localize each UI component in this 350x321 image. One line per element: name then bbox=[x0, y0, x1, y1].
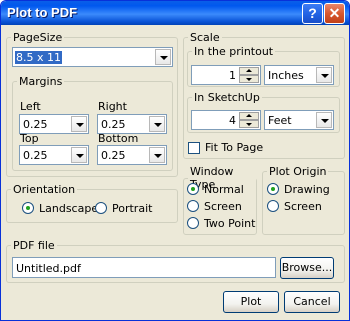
portrait-radio[interactable]: Portrait bbox=[95, 201, 152, 215]
fit-to-page-label: Fit To Page bbox=[205, 141, 264, 154]
spin-up-icon[interactable] bbox=[239, 67, 259, 75]
chevron-down-icon[interactable] bbox=[149, 147, 165, 163]
margins-legend: Margins bbox=[19, 75, 63, 88]
plot-origin-screen-label: Screen bbox=[284, 199, 322, 213]
plot-origin-legend: Plot Origin bbox=[269, 165, 327, 178]
plot-origin-drawing-label: Drawing bbox=[284, 182, 330, 196]
margin-left-value: 0.25 bbox=[23, 118, 48, 131]
printout-unit-value: Inches bbox=[268, 69, 304, 82]
close-button[interactable]: ✕ bbox=[324, 3, 345, 24]
window-type-two-point-label: Two Point bbox=[204, 216, 256, 230]
window-type-two-point-radio[interactable]: Two Point bbox=[187, 216, 255, 230]
sketchup-legend: In SketchUp bbox=[194, 91, 260, 104]
help-icon: ? bbox=[308, 5, 317, 21]
margin-right-value: 0.25 bbox=[101, 118, 126, 131]
chevron-down-icon[interactable] bbox=[316, 112, 332, 128]
margin-left-label: Left bbox=[20, 100, 41, 113]
printout-unit-select[interactable]: Inches bbox=[264, 65, 334, 85]
printout-legend: In the printout bbox=[194, 45, 274, 58]
browse-button[interactable]: Browse... bbox=[280, 257, 334, 279]
window-title: Plot to PDF bbox=[7, 5, 78, 20]
fit-to-page-checkbox[interactable]: Fit To Page bbox=[188, 141, 263, 154]
spin-down-icon[interactable] bbox=[239, 120, 259, 128]
chevron-down-icon[interactable] bbox=[155, 49, 171, 65]
window-type-normal-radio[interactable]: Normal bbox=[187, 182, 244, 196]
pagesize-legend: PageSize bbox=[13, 31, 63, 44]
margin-right-label: Right bbox=[98, 100, 127, 113]
sketchup-spinner[interactable]: 4 bbox=[191, 110, 261, 130]
pagesize-value: 8.5 x 11 bbox=[15, 51, 62, 64]
portrait-label: Portrait bbox=[112, 201, 153, 215]
landscape-label: Landscape bbox=[39, 201, 99, 215]
plot-to-pdf-dialog: Plot to PDF ? ✕ PageSize 8.5 x 11 Margin… bbox=[0, 0, 350, 321]
chevron-down-icon[interactable] bbox=[71, 147, 87, 163]
window-type-normal-label: Normal bbox=[204, 182, 244, 196]
margin-right-select[interactable]: 0.25 bbox=[97, 114, 167, 134]
radio-checked-icon[interactable] bbox=[267, 183, 279, 195]
pdf-filename-value: Untitled.pdf bbox=[16, 262, 81, 275]
pagesize-select[interactable]: 8.5 x 11 bbox=[12, 47, 173, 67]
margin-top-label: Top bbox=[20, 132, 39, 145]
radio-checked-icon[interactable] bbox=[22, 202, 34, 214]
radio-unchecked-icon[interactable] bbox=[187, 200, 199, 212]
window-type-screen-radio[interactable]: Screen bbox=[187, 199, 242, 213]
margin-bottom-select[interactable]: 0.25 bbox=[97, 145, 167, 165]
printout-spinner[interactable]: 1 bbox=[191, 65, 261, 85]
radio-checked-icon[interactable] bbox=[187, 183, 199, 195]
margin-bottom-value: 0.25 bbox=[101, 149, 126, 162]
chevron-down-icon[interactable] bbox=[149, 116, 165, 132]
landscape-radio[interactable]: Landscape bbox=[22, 201, 98, 215]
margin-top-select[interactable]: 0.25 bbox=[19, 145, 89, 165]
sketchup-unit-value: Feet bbox=[268, 114, 292, 127]
orientation-legend: Orientation bbox=[13, 183, 76, 196]
cancel-button[interactable]: Cancel bbox=[284, 291, 340, 313]
radio-unchecked-icon[interactable] bbox=[95, 202, 107, 214]
checkbox-unchecked-icon[interactable] bbox=[188, 141, 200, 154]
chevron-down-icon[interactable] bbox=[316, 67, 332, 83]
sketchup-unit-select[interactable]: Feet bbox=[264, 110, 334, 130]
plot-button[interactable]: Plot bbox=[223, 291, 279, 313]
scale-legend: Scale bbox=[190, 31, 220, 44]
sketchup-value: 4 bbox=[229, 114, 236, 127]
spin-up-icon[interactable] bbox=[239, 112, 259, 120]
pdf-file-legend: PDF file bbox=[13, 239, 55, 252]
pdf-filename-input[interactable]: Untitled.pdf bbox=[12, 257, 276, 278]
radio-unchecked-icon[interactable] bbox=[187, 217, 199, 229]
help-button[interactable]: ? bbox=[302, 3, 323, 24]
margin-top-value: 0.25 bbox=[23, 149, 48, 162]
close-icon: ✕ bbox=[328, 5, 341, 21]
margin-left-select[interactable]: 0.25 bbox=[19, 114, 89, 134]
chevron-down-icon[interactable] bbox=[71, 116, 87, 132]
radio-unchecked-icon[interactable] bbox=[267, 200, 279, 212]
printout-value: 1 bbox=[229, 69, 236, 82]
title-bar[interactable]: Plot to PDF ? ✕ bbox=[1, 1, 349, 25]
plot-origin-screen-radio[interactable]: Screen bbox=[267, 199, 322, 213]
plot-origin-drawing-radio[interactable]: Drawing bbox=[267, 182, 330, 196]
margin-bottom-label: Bottom bbox=[98, 132, 139, 145]
window-type-screen-label: Screen bbox=[204, 199, 242, 213]
spin-down-icon[interactable] bbox=[239, 75, 259, 83]
